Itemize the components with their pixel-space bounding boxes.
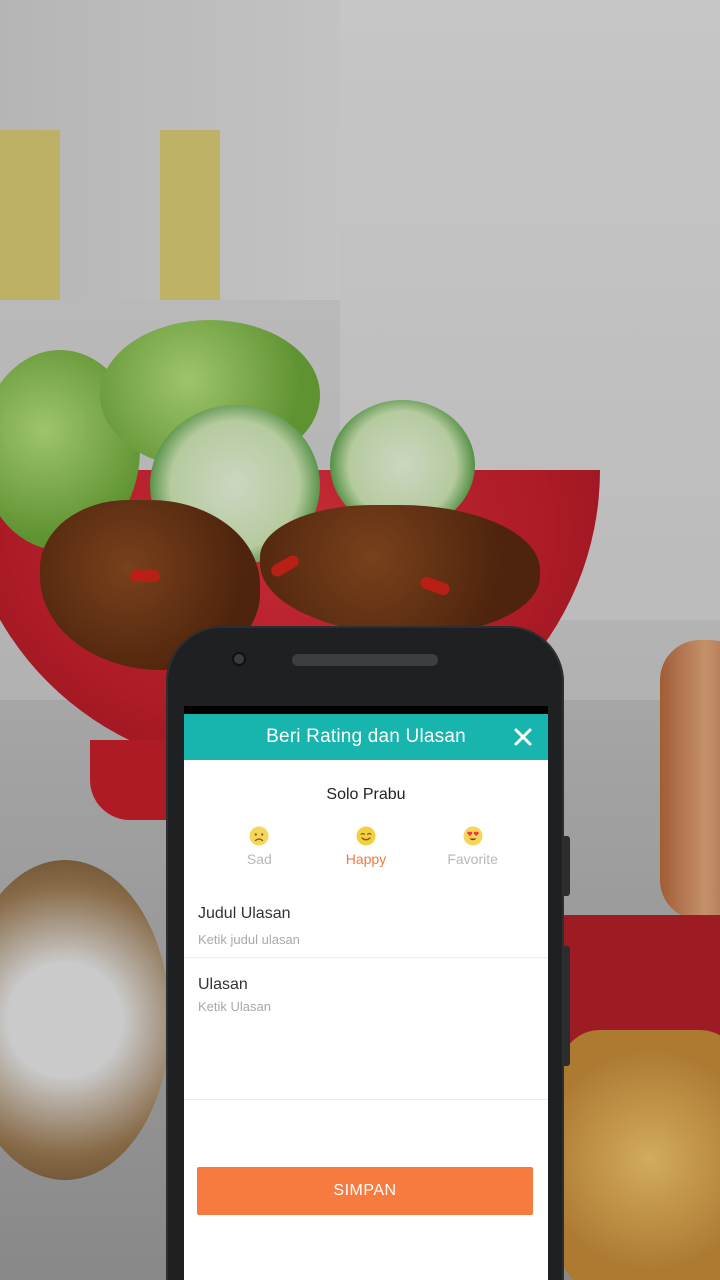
review-title-field: Judul Ulasan — [184, 905, 548, 958]
dialog-title: Beri Rating dan Ulasan — [266, 726, 466, 747]
mood-label: Happy — [345, 851, 387, 867]
phone-screen: Beri Rating dan Ulasan Solo Prabu Sad Ha… — [184, 706, 548, 1280]
mood-label: Favorite — [447, 851, 498, 867]
phone-speaker — [292, 654, 438, 666]
mood-option-sad[interactable]: Sad — [214, 826, 304, 867]
restaurant-name: Solo Prabu — [326, 786, 406, 803]
review-body-label: Ulasan — [198, 976, 248, 993]
close-icon[interactable] — [512, 726, 534, 748]
mood-selector: Sad Happy Favorite — [184, 826, 548, 867]
review-body-field: Ulasan — [184, 958, 548, 1100]
happy-face-icon — [356, 826, 376, 846]
review-title-input[interactable] — [198, 932, 534, 947]
dialog-header: Beri Rating dan Ulasan — [184, 714, 548, 760]
phone-side-button — [564, 836, 570, 896]
sad-face-icon — [249, 826, 269, 846]
mood-option-happy[interactable]: Happy — [321, 826, 411, 867]
status-bar — [184, 706, 548, 714]
phone-camera — [232, 652, 246, 666]
phone-side-button — [564, 946, 570, 1066]
save-button[interactable]: SIMPAN — [197, 1167, 533, 1215]
review-title-label: Judul Ulasan — [198, 905, 291, 922]
mood-option-favorite[interactable]: Favorite — [428, 826, 518, 867]
review-body-input[interactable] — [198, 999, 534, 1069]
mood-label: Sad — [246, 851, 272, 867]
heart-eyes-face-icon — [463, 826, 483, 846]
